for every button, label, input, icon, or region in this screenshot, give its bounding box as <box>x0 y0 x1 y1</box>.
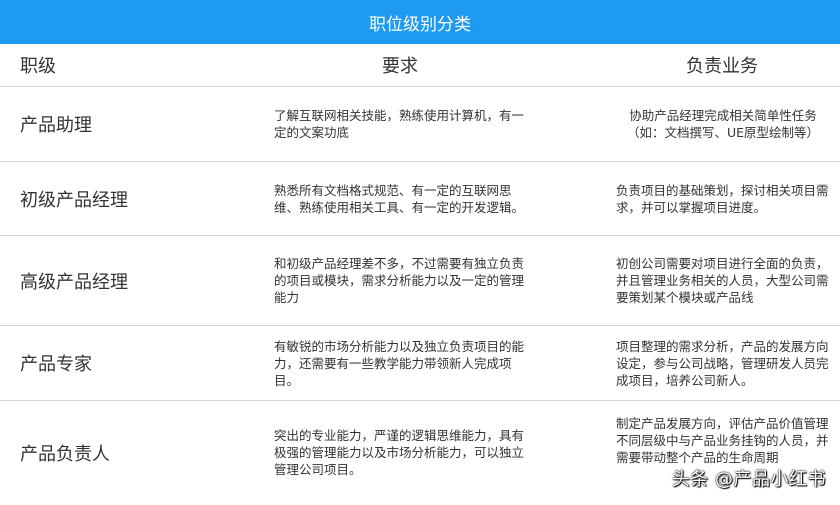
table-header-row: 职级 要求 负责业务 <box>0 44 840 87</box>
row-requirement: 和初级产品经理差不多，不过需要有独立负责的项目或模块，需求分析能力以及一定的管理… <box>274 256 525 305</box>
row-duty: 初创公司需要对项目进行全面的负责，并且管理业务相关的人员，大型公司需要策划某个模… <box>616 256 829 305</box>
row-level: 产品专家 <box>20 354 92 375</box>
job-level-table: 职位级别分类 职级 要求 负责业务 产品助理 了解互联网相关技能，熟练使用计算机… <box>0 0 840 505</box>
row-level: 高级产品经理 <box>20 271 128 293</box>
row-requirement: 了解互联网相关技能，熟练使用计算机，有一定的文案功底 <box>274 108 525 140</box>
row-duty: 项目整理的需求分析，产品的发展方向设定，参与公司战略，管理研发人员完成项目，培养… <box>616 338 829 388</box>
header-level: 职级 <box>20 56 56 77</box>
table-row: 产品助理 了解互联网相关技能，熟练使用计算机，有一定的文案功底 协助产品经理完成… <box>0 87 840 162</box>
row-duty: 负责项目的基础策划，探讨相关项目需求，并可以掌握项目进度。 <box>616 182 829 215</box>
row-level: 产品助理 <box>20 115 92 136</box>
row-level: 产品负责人 <box>20 443 110 465</box>
row-level: 初级产品经理 <box>20 189 128 211</box>
row-requirement: 熟悉所有文档格式规范、有一定的互联网思维、熟练使用相关工具、有一定的开发逻辑。 <box>274 182 525 215</box>
row-requirement: 突出的专业能力，严谨的逻辑思维能力，具有极强的管理能力以及市场分析能力，可以独立… <box>274 428 525 477</box>
header-requirement: 要求 <box>382 56 418 77</box>
table-row: 初级产品经理 熟悉所有文档格式规范、有一定的互联网思维、熟练使用相关工具、有一定… <box>0 162 840 236</box>
row-duty: 协助产品经理完成相关简单性任务（如：文档撰写、UE原型绘制等） <box>626 108 820 140</box>
table-row: 产品专家 有敏锐的市场分析能力以及独立负责项目的能力，还需要有一些教学能力带领新… <box>0 326 840 401</box>
row-requirement: 有敏锐的市场分析能力以及独立负责项目的能力，还需要有一些教学能力带领新人完成项目… <box>274 338 525 388</box>
table-title: 职位级别分类 <box>0 0 840 44</box>
table-row: 高级产品经理 和初级产品经理差不多，不过需要有独立负责的项目或模块，需求分析能力… <box>0 236 840 326</box>
header-duty: 负责业务 <box>686 56 758 77</box>
watermark: 头条 @产品小红书 <box>671 469 826 490</box>
